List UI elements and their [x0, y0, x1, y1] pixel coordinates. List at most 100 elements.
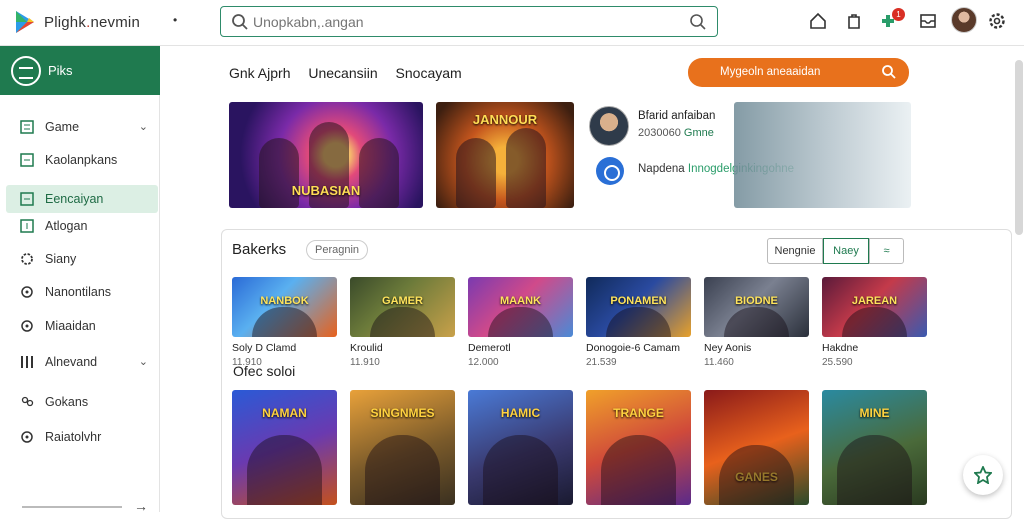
game-title[interactable]: Hakdne	[822, 342, 858, 354]
panel-title: Bakerks	[232, 241, 287, 258]
search-box[interactable]	[220, 6, 718, 37]
sidebar-item-label: Atlogan	[45, 219, 88, 233]
featured-banner-2[interactable]: JANNOUR	[436, 102, 574, 208]
star-icon	[974, 466, 992, 484]
settings-gear-icon[interactable]	[987, 11, 1007, 31]
segment-1[interactable]: Nengnie	[767, 238, 823, 264]
sidebar-item-5[interactable]: Siany	[6, 245, 158, 273]
box-icon	[20, 219, 34, 233]
game-title[interactable]: Demerotl	[468, 342, 511, 354]
sidebar-item-label: Alnevand	[45, 355, 98, 369]
segment-3[interactable]: ≈	[869, 238, 904, 264]
top-bar: Plighk.nevmin • 1	[0, 0, 1024, 46]
top-tabs: Gnk Ajprh Unecansiin Snocayam	[229, 65, 476, 81]
banner-caption: NUBASIAN	[291, 183, 361, 198]
sidebar: Piks Game ⌄ Kaolanpkans Eencaiyan Atloga…	[0, 46, 160, 514]
filter-chip[interactable]: Peragnin	[306, 240, 369, 260]
sidebar-item-label: Gokans	[45, 395, 89, 409]
sidebar-item-label: Siany	[45, 252, 77, 266]
game-price: 12.000	[468, 357, 499, 368]
sidebar-item-2[interactable]: Kaolanpkans	[6, 146, 158, 174]
featured-banner-1[interactable]: NUBASIAN	[229, 102, 423, 208]
game-price: 25.590	[822, 357, 853, 368]
bars-icon	[21, 356, 33, 368]
game-cover[interactable]: MINE	[822, 390, 927, 505]
main-content: Gnk Ajprh Unecansiin Snocayam Mygeoln an…	[160, 46, 1024, 519]
game-title[interactable]: Kroulid	[350, 342, 383, 354]
sidebar-item-10[interactable]: Raiatolvhr	[6, 423, 158, 451]
game-cover[interactable]: GANES	[704, 390, 809, 505]
bag-icon[interactable]	[844, 11, 864, 31]
banner-caption: JANNOUR	[472, 112, 538, 127]
sidebar-header[interactable]: Piks	[0, 46, 160, 95]
square-icon	[20, 192, 34, 206]
promo-app-icon[interactable]	[596, 157, 624, 185]
search-submit-icon[interactable]	[689, 13, 707, 31]
circle-icon	[21, 286, 33, 298]
games-panel: Bakerks Peragnin Nengnie Naey ≈ NANBOK S…	[221, 229, 1012, 519]
promo-name: Bfarid anfaiban	[638, 110, 716, 122]
game-cover[interactable]: NAMAN	[232, 390, 337, 505]
game-cover[interactable]: HAMIC	[468, 390, 573, 505]
floating-action-button[interactable]	[963, 455, 1003, 495]
sidebar-item-game[interactable]: Game ⌄	[6, 113, 158, 141]
cta-label: Mygeoln aneaaidan	[720, 66, 821, 78]
game-title[interactable]: Ney Aonis	[704, 342, 751, 354]
tab-1[interactable]: Gnk Ajprh	[229, 65, 290, 81]
sidebar-item-label: Nanontilans	[45, 285, 112, 299]
game-price: 11.460	[704, 357, 734, 368]
featured-banner-3[interactable]	[734, 102, 911, 208]
game-tile[interactable]: MAANK	[468, 277, 573, 337]
segment-2-active[interactable]: Naey	[823, 238, 869, 264]
sidebar-divider	[22, 506, 122, 508]
game-title[interactable]: Soly D Clamd	[232, 342, 296, 354]
game-cover[interactable]: TRANGE	[586, 390, 691, 505]
sidebar-item-7[interactable]: Miaaidan	[6, 312, 158, 340]
info-circle-icon	[21, 320, 33, 332]
sidebar-item-9[interactable]: Gokans	[6, 388, 158, 416]
game-tile[interactable]: JAREAN	[822, 277, 927, 337]
circle-icon	[21, 431, 33, 443]
gear-icon	[21, 253, 33, 265]
sidebar-item-label: Eencaiyan	[45, 192, 104, 206]
search-icon	[882, 65, 896, 79]
scrollbar[interactable]	[1015, 60, 1023, 235]
game-tile[interactable]: GAMER	[350, 277, 455, 337]
game-cover[interactable]: SINGNMES	[350, 390, 455, 505]
game-price: 11.910	[350, 357, 380, 368]
tab-3[interactable]: Snocayam	[396, 65, 462, 81]
grid-icon	[20, 153, 34, 167]
search-input[interactable]	[253, 10, 673, 34]
chevron-down-icon[interactable]: ⌄	[139, 355, 148, 368]
game-tile[interactable]: NANBOK	[232, 277, 337, 337]
cta-search-button[interactable]: Mygeoln aneaaidan	[688, 58, 909, 87]
sidebar-item-3-active[interactable]: Eencaiyan	[6, 185, 158, 213]
game-price: 21.539	[586, 357, 617, 368]
sidebar-item-4[interactable]: Atlogan	[6, 212, 158, 240]
notification-badge: 1	[892, 8, 905, 21]
game-tile[interactable]: PONAMEN	[586, 277, 691, 337]
sidebar-item-label: Raiatolvhr	[45, 430, 102, 444]
brand-dropdown[interactable]: •	[173, 13, 177, 27]
sidebar-header-label: Piks	[48, 63, 73, 78]
home-icon[interactable]	[808, 11, 828, 31]
square-icon	[20, 120, 34, 134]
sidebar-item-6[interactable]: Nanontilans	[6, 278, 158, 306]
section-subtitle: Ofec soloi	[233, 363, 296, 379]
game-title[interactable]: Donogoie-6 Camam	[586, 342, 680, 354]
sidebar-item-label: Kaolanpkans	[45, 153, 118, 167]
sidebar-item-8[interactable]: Alnevand ⌄	[6, 348, 158, 376]
banner-character	[456, 138, 496, 208]
play-logo-icon[interactable]	[12, 9, 38, 35]
promo-subtitle: 2030060 Gmne	[638, 127, 714, 139]
chevron-down-icon[interactable]: ⌄	[139, 120, 148, 133]
tab-2[interactable]: Unecansiin	[308, 65, 377, 81]
user-avatar[interactable]	[951, 7, 977, 33]
people-icon	[21, 396, 34, 407]
app-brand: Plighk.nevmin	[44, 14, 140, 31]
promo-avatar[interactable]	[589, 106, 629, 146]
inbox-icon[interactable]	[918, 11, 938, 31]
sidebar-item-label: Miaaidan	[45, 319, 96, 333]
game-tile[interactable]: BIODNE	[704, 277, 809, 337]
menu-circle-icon	[11, 56, 41, 86]
